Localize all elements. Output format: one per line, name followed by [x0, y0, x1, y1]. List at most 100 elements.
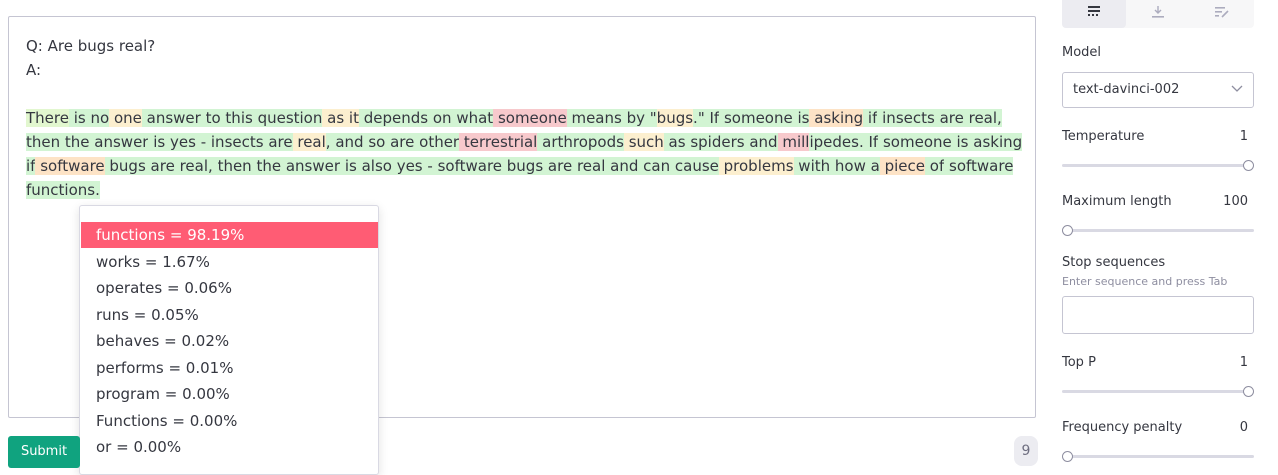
tab-insert[interactable]	[1126, 0, 1190, 28]
completion-token[interactable]: question	[252, 109, 323, 127]
completion-token[interactable]: someone	[493, 109, 567, 127]
completion-token[interactable]: functions	[26, 181, 96, 199]
completion-token[interactable]: it	[344, 109, 359, 127]
completion-token[interactable]: can	[638, 157, 671, 175]
completion-token[interactable]: yes	[165, 133, 196, 151]
probability-option[interactable]: runs = 0.05%	[81, 302, 378, 328]
frequency-penalty-value[interactable]: 0	[1240, 420, 1248, 435]
completion-token[interactable]: ,	[997, 109, 1002, 127]
top-p-slider[interactable]	[1062, 386, 1254, 397]
completion-token[interactable]: There	[26, 109, 69, 127]
slider-thumb[interactable]	[1062, 451, 1073, 462]
frequency-penalty-slider[interactable]	[1062, 451, 1254, 462]
completion-token[interactable]: real	[572, 157, 606, 175]
completion-token[interactable]: insects	[877, 109, 935, 127]
completion-token[interactable]: what	[451, 109, 494, 127]
completion-token[interactable]: by	[621, 109, 645, 127]
completion-token[interactable]: -	[195, 133, 207, 151]
completion-token[interactable]: If	[704, 109, 720, 127]
completion-token[interactable]: depends	[358, 109, 429, 127]
model-select[interactable]: text-davinci-002	[1062, 72, 1254, 108]
max-length-value[interactable]: 100	[1223, 194, 1248, 209]
probability-option[interactable]: works = 1.67%	[81, 249, 378, 275]
temperature-value[interactable]: 1	[1240, 129, 1248, 144]
completion-token[interactable]: also	[356, 157, 392, 175]
completion-token[interactable]: software	[944, 157, 1014, 175]
completion-token[interactable]: arthropods	[537, 133, 624, 151]
completion-token[interactable]: as	[322, 109, 345, 127]
completion-token[interactable]: on	[428, 109, 452, 127]
completion-token[interactable]: this	[220, 109, 253, 127]
completion-token[interactable]: is	[951, 133, 969, 151]
completion-token[interactable]: then	[212, 157, 252, 175]
completion-token[interactable]: and	[330, 133, 364, 151]
tab-complete[interactable]	[1062, 0, 1126, 28]
completion-token[interactable]: real	[963, 109, 998, 127]
completion-token[interactable]: the	[60, 133, 90, 151]
slider-thumb[interactable]	[1243, 160, 1254, 171]
tab-edit[interactable]	[1190, 0, 1254, 28]
completion-token[interactable]: .	[95, 181, 100, 199]
completion-token[interactable]: how	[830, 157, 866, 175]
completion-token[interactable]: software	[432, 157, 503, 175]
probability-option[interactable]: or = 0.00%	[81, 434, 378, 460]
completion-token[interactable]: asking	[968, 133, 1023, 151]
completion-token[interactable]: so	[363, 133, 386, 151]
completion-token[interactable]: cause	[670, 157, 719, 175]
probability-option[interactable]: functions = 98.19%	[81, 222, 378, 248]
completion-token[interactable]: is	[148, 133, 166, 151]
completion-token[interactable]: to	[200, 109, 221, 127]
completion-token[interactable]: answer	[141, 109, 201, 127]
completion-token[interactable]: mill	[777, 133, 810, 151]
completion-token[interactable]: are	[543, 157, 573, 175]
completion-token[interactable]: one	[109, 109, 142, 127]
completion-token[interactable]: is	[68, 109, 86, 127]
probability-option[interactable]: program = 0.00%	[81, 381, 378, 407]
completion-token[interactable]: someone	[719, 109, 793, 127]
completion-token[interactable]: no	[85, 109, 110, 127]
completion-token[interactable]: yes	[391, 157, 423, 175]
completion-token[interactable]: software	[35, 157, 105, 175]
completion-token[interactable]: bugs	[656, 109, 694, 127]
completion-token[interactable]: are	[934, 109, 964, 127]
completion-token[interactable]: If	[863, 133, 879, 151]
completion-token[interactable]: bugs	[502, 157, 544, 175]
completion-token[interactable]: ."	[693, 109, 705, 127]
completion-token[interactable]: and	[605, 157, 639, 175]
completion-token[interactable]: with	[793, 157, 831, 175]
completion-token[interactable]: -	[422, 157, 433, 175]
completion-token[interactable]: terrestrial	[459, 133, 538, 151]
slider-thumb[interactable]	[1243, 386, 1254, 397]
completion-token[interactable]: as	[663, 133, 686, 151]
completion-token[interactable]: such	[623, 133, 664, 151]
completion-token[interactable]: "	[645, 109, 657, 127]
completion-token[interactable]: are	[263, 133, 293, 151]
completion-token[interactable]: answer	[281, 157, 341, 175]
max-length-slider[interactable]	[1062, 225, 1254, 236]
completion-token[interactable]: problems	[718, 157, 794, 175]
completion-token[interactable]: is	[792, 109, 810, 127]
completion-token[interactable]: piece	[879, 157, 925, 175]
completion-token[interactable]: then	[26, 133, 61, 151]
completion-text[interactable]: There is no one answer to this question …	[26, 106, 1026, 202]
completion-token[interactable]: insects	[206, 133, 264, 151]
completion-token[interactable]: bugs	[104, 157, 146, 175]
temperature-slider[interactable]	[1062, 160, 1254, 171]
completion-token[interactable]: real	[292, 133, 326, 151]
stop-sequences-input[interactable]	[1062, 296, 1254, 334]
completion-token[interactable]: real	[174, 157, 209, 175]
completion-token[interactable]: of	[925, 157, 945, 175]
completion-token[interactable]: spiders	[685, 133, 745, 151]
completion-token[interactable]: a	[865, 157, 880, 175]
probability-option[interactable]: behaves = 0.02%	[81, 328, 378, 354]
completion-token[interactable]: ipedes	[809, 133, 859, 151]
probability-option[interactable]: operates = 0.06%	[81, 275, 378, 301]
completion-token[interactable]: if	[863, 109, 878, 127]
completion-token[interactable]: answer	[89, 133, 149, 151]
top-p-value[interactable]: 1	[1240, 355, 1248, 370]
completion-token[interactable]: and	[744, 133, 778, 151]
probability-option[interactable]: performs = 0.01%	[81, 355, 378, 381]
completion-token[interactable]: are	[145, 157, 175, 175]
submit-button[interactable]: Submit	[8, 436, 80, 468]
completion-token[interactable]: other	[414, 133, 460, 151]
